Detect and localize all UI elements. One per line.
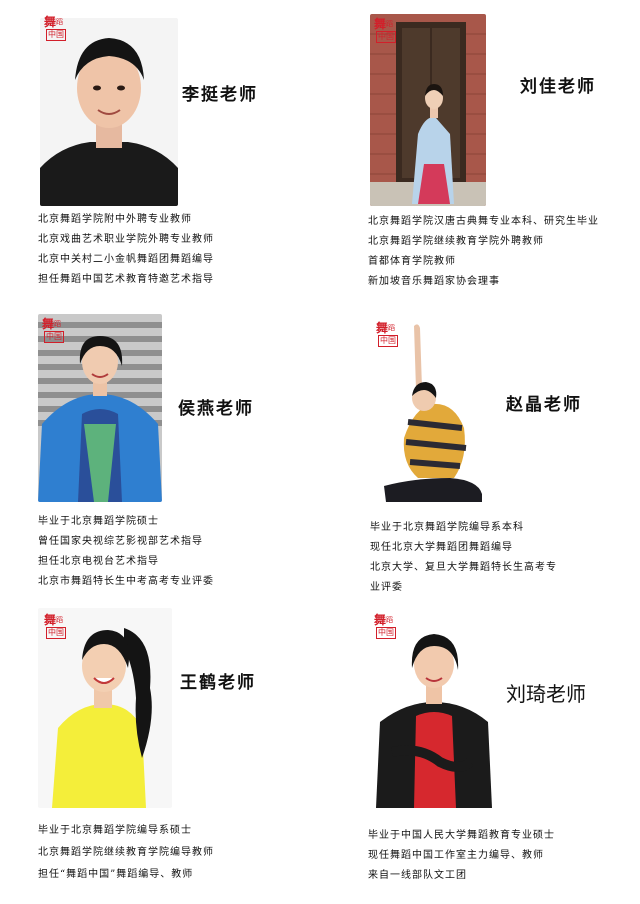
description-line: 北京大学、复旦大学舞蹈特长生高考专: [370, 562, 557, 573]
teacher-description: 毕业于北京舞蹈学院编导系硕士 北京舞蹈学院继续教育学院编导教师 担任“舞蹈中国”…: [38, 820, 214, 886]
dance-china-logo: 舞蹈 中国: [374, 613, 396, 639]
description-line: 毕业于北京舞蹈学院编导系本科: [370, 522, 524, 533]
dance-china-logo: 舞蹈 中国: [376, 321, 398, 347]
teacher-description: 毕业于北京舞蹈学院编导系本科 现任北京大学舞蹈团舞蹈编导 北京大学、复旦大学舞蹈…: [370, 518, 557, 598]
description-line: 担任“舞蹈中国”舞蹈编导、教师: [38, 869, 194, 880]
description-line: 毕业于北京舞蹈学院硕士: [38, 516, 159, 527]
description-line: 北京戏曲艺术职业学院外聘专业教师: [38, 234, 214, 245]
description-line: 担任北京电视台艺术指导: [38, 556, 159, 567]
description-line: 毕业于中国人民大学舞蹈教育专业硕士: [368, 830, 555, 841]
description-line: 担任舞蹈中国艺术教育特邀艺术指导: [38, 274, 214, 285]
description-line: 北京舞蹈学院继续教育学院编导教师: [38, 847, 214, 858]
description-line: 曾任国家央视综艺影视部艺术指导: [38, 536, 203, 547]
teacher-name: 刘琦老师: [506, 682, 586, 706]
teacher-name: 李挺老师: [182, 85, 258, 105]
teacher-description: 北京舞蹈学院汉唐古典舞专业本科、研究生毕业 北京舞蹈学院继续教育学院外聘教师 首…: [368, 212, 599, 292]
teacher-name: 刘佳老师: [520, 77, 596, 97]
teacher-photo: [40, 18, 178, 206]
description-line: 北京舞蹈学院继续教育学院外聘教师: [368, 236, 544, 247]
dance-china-logo: 舞蹈 中国: [44, 15, 66, 41]
teacher-description: 毕业于中国人民大学舞蹈教育专业硕士 现任舞蹈中国工作室主力编导、教师 来自一线部…: [368, 826, 555, 886]
description-line: 来自一线部队文工团: [368, 870, 467, 881]
description-line: 北京舞蹈学院汉唐古典舞专业本科、研究生毕业: [368, 216, 599, 227]
teacher-name: 侯燕老师: [178, 399, 254, 419]
dance-china-logo: 舞蹈 中国: [42, 317, 64, 343]
description-line: 新加坡音乐舞蹈家协会理事: [368, 276, 500, 287]
description-line: 北京舞蹈学院附中外聘专业教师: [38, 214, 192, 225]
dance-china-logo: 舞蹈 中国: [374, 17, 396, 43]
description-line: 现任舞蹈中国工作室主力编导、教师: [368, 850, 544, 861]
teacher-description: 北京舞蹈学院附中外聘专业教师 北京戏曲艺术职业学院外聘专业教师 北京中关村二小金…: [38, 210, 214, 290]
description-line: 业评委: [370, 582, 403, 593]
teacher-description: 毕业于北京舞蹈学院硕士 曾任国家央视综艺影视部艺术指导 担任北京电视台艺术指导 …: [38, 512, 214, 592]
teacher-name: 赵晶老师: [506, 395, 582, 415]
dance-china-logo: 舞蹈 中国: [44, 613, 66, 639]
description-line: 首都体育学院教师: [368, 256, 456, 267]
description-line: 北京中关村二小金帆舞蹈团舞蹈编导: [38, 254, 214, 265]
teacher-name: 王鹤老师: [180, 673, 256, 693]
description-line: 现任北京大学舞蹈团舞蹈编导: [370, 542, 513, 553]
description-line: 北京市舞蹈特长生中考高考专业评委: [38, 576, 214, 587]
description-line: 毕业于北京舞蹈学院编导系硕士: [38, 825, 192, 836]
